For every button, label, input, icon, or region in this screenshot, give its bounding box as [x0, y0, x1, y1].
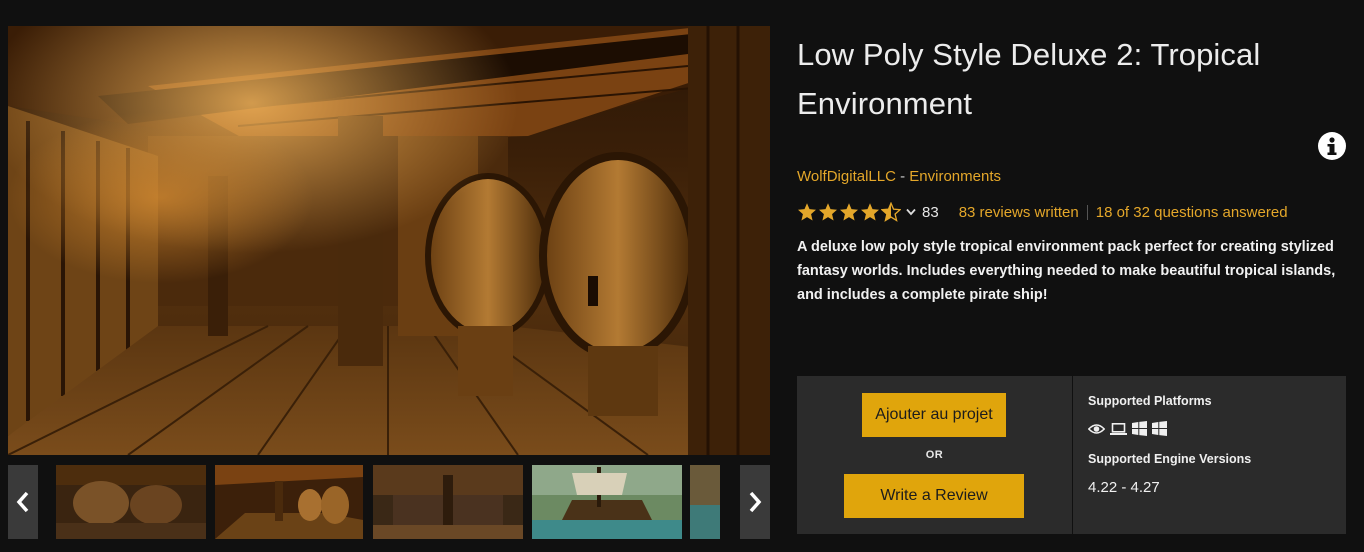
rating-row: 83 83 reviews written 18 of 32 questions…	[797, 201, 1288, 223]
chevron-right-icon	[749, 491, 762, 513]
product-title: Low Poly Style Deluxe 2: Tropical Enviro…	[797, 37, 1261, 121]
platforms-heading: Supported Platforms	[1088, 394, 1212, 408]
seller-link[interactable]: WolfDigitalLLC	[797, 168, 896, 185]
rating-count: 83	[922, 203, 939, 221]
chevron-left-icon	[16, 491, 29, 513]
star-full-icon	[819, 203, 837, 221]
byline: WolfDigitalLLC - Environments	[797, 167, 1001, 187]
gallery-prev-button[interactable]	[8, 465, 38, 539]
hero-image[interactable]	[8, 26, 770, 455]
laptop-icon	[1110, 422, 1127, 435]
product-description: A deluxe low poly style tropical environ…	[797, 239, 1336, 303]
thumbnail-ship-hold-barrels[interactable]	[215, 465, 363, 539]
questions-link[interactable]: 18 of 32 questions answered	[1096, 204, 1288, 221]
windows-icon	[1152, 421, 1167, 436]
star-full-icon	[861, 203, 879, 221]
star-full-icon	[840, 203, 858, 221]
star-rating[interactable]	[797, 202, 901, 222]
thumbnail-pirate-ship-exterior[interactable]	[532, 465, 682, 539]
thumbnail-ship-deck-interior[interactable]	[373, 465, 523, 539]
engine-versions-heading: Supported Engine Versions	[1088, 452, 1252, 466]
actions-panel: Ajouter au projet OR Write a Review	[797, 376, 1072, 534]
reviews-link[interactable]: 83 reviews written	[959, 204, 1079, 221]
info-icon[interactable]	[1318, 132, 1346, 160]
add-to-project-button[interactable]: Ajouter au projet	[862, 393, 1006, 437]
windows-icon	[1132, 421, 1147, 436]
gallery-next-button[interactable]	[740, 465, 770, 539]
thumbnail-strip	[8, 465, 770, 539]
thumbnail-barrels-interior[interactable]	[56, 465, 206, 539]
or-label: OR	[925, 449, 944, 461]
engine-versions-value: 4.22 - 4.27	[1088, 479, 1160, 496]
star-full-icon	[798, 203, 816, 221]
chevron-down-icon[interactable]	[906, 208, 916, 216]
category-link[interactable]: Environments	[909, 168, 1001, 185]
platform-icons	[1088, 421, 1167, 436]
byline-separator: -	[895, 168, 910, 185]
divider	[1086, 204, 1088, 220]
write-review-button[interactable]: Write a Review	[844, 474, 1024, 518]
star-half-icon	[881, 202, 901, 222]
eye-icon	[1088, 423, 1105, 435]
thumbnail-partial[interactable]	[690, 465, 720, 539]
support-panel: Supported Platforms Supported Engine Ver…	[1073, 376, 1346, 534]
